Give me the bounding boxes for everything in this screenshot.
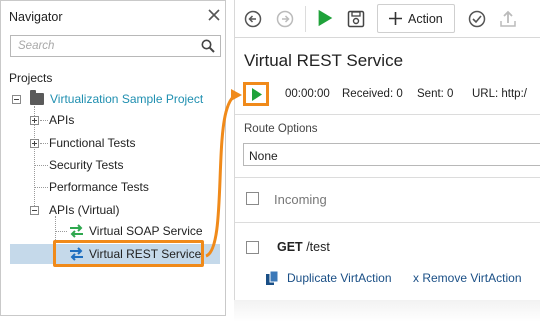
callout-arrow [205, 89, 242, 258]
